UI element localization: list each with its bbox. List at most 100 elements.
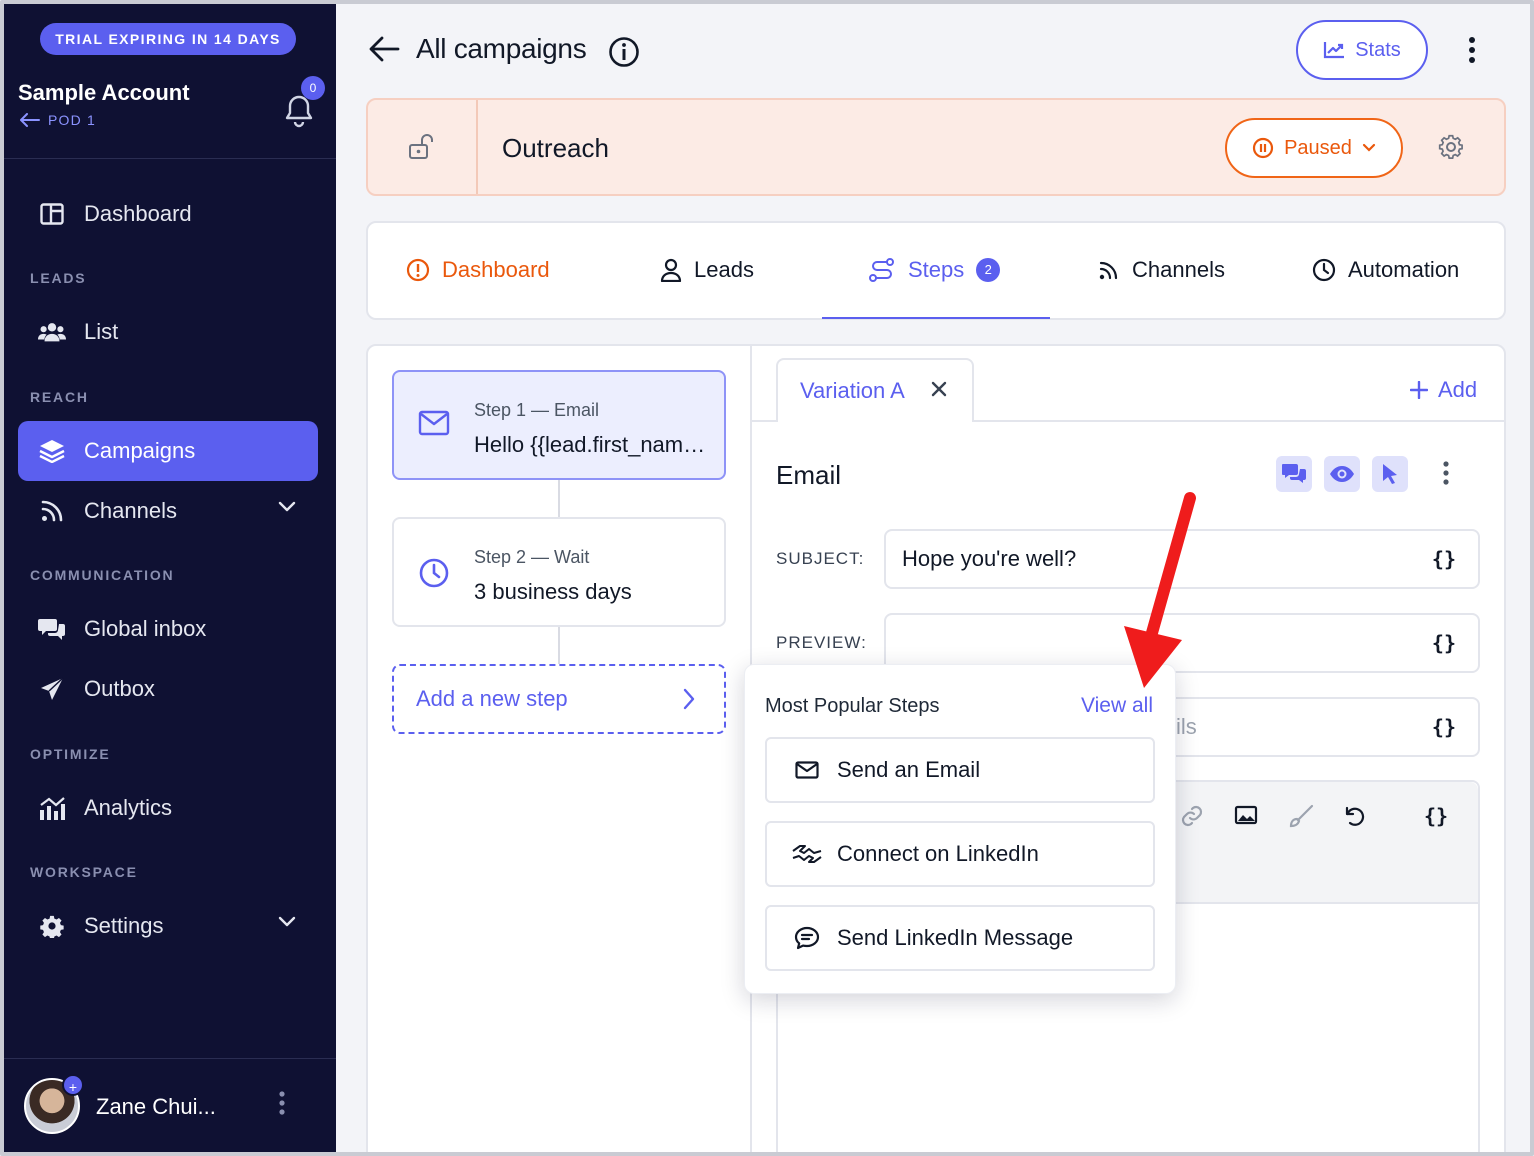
step-card-email[interactable]: Step 1 — Email Hello {{lead.first_name}} [392, 370, 726, 480]
sidebar: TRIAL EXPIRING IN 14 DAYS Sample Account… [4, 4, 336, 1152]
annotation-arrow-icon [1124, 492, 1196, 688]
tracking-button[interactable] [1372, 456, 1408, 492]
sidebar-item-outbox[interactable]: Outbox [18, 659, 318, 719]
trial-badge[interactable]: TRIAL EXPIRING IN 14 DAYS [40, 23, 296, 55]
sidebar-item-dashboard[interactable]: Dashboard [18, 184, 318, 244]
variation-tab-a[interactable]: Variation A [776, 358, 974, 422]
send-email-option[interactable]: Send an Email [765, 737, 1155, 803]
variables-button[interactable]: {} [1432, 615, 1456, 671]
sidebar-item-label: Analytics [84, 795, 173, 820]
chevron-down-icon [278, 916, 296, 927]
add-variation-button[interactable]: Add [1410, 377, 1477, 403]
tab-label: Channels [1132, 257, 1225, 282]
info-button[interactable] [608, 36, 640, 73]
sidebar-item-label: Campaigns [84, 438, 196, 463]
gear-icon [1438, 134, 1463, 159]
tab-steps[interactable]: Steps 2 [868, 257, 1001, 283]
add-variation-label: Add [1438, 377, 1478, 402]
tab-channels[interactable]: Channels [1098, 257, 1225, 283]
account-name[interactable]: Sample Account [18, 80, 190, 106]
step-connector [558, 480, 560, 517]
nav-section-communication: COMMUNICATION [30, 567, 175, 583]
user-menu-button[interactable] [276, 1090, 288, 1121]
layers-icon [38, 437, 66, 465]
campaign-bar: Outreach Paused [366, 98, 1506, 196]
add-step-label: Add a new step [416, 686, 568, 711]
chart-line-icon [1324, 42, 1345, 59]
tab-label: Dashboard [442, 257, 550, 282]
popover-title: Most Popular Steps [765, 695, 940, 717]
comments-button[interactable] [1276, 456, 1312, 492]
status-label: Paused [1284, 136, 1352, 159]
more-vertical-icon [1443, 461, 1449, 485]
tab-label: Automation [1348, 257, 1460, 282]
subject-label: SUBJECT: [776, 549, 865, 568]
chevron-down-icon [1362, 143, 1376, 152]
variables-button[interactable]: {} [1432, 531, 1456, 587]
option-label: Send an Email [837, 757, 981, 782]
sidebar-item-global-inbox[interactable]: Global inbox [18, 599, 318, 659]
undo-icon[interactable] [1342, 804, 1366, 828]
envelope-icon [789, 755, 825, 785]
image-icon[interactable] [1234, 804, 1258, 826]
sidebar-item-label: Channels [84, 498, 177, 523]
stats-button[interactable]: Stats [1296, 20, 1428, 80]
add-account-button[interactable]: + [62, 1074, 84, 1096]
brush-icon[interactable] [1288, 804, 1314, 828]
user-icon [660, 258, 682, 282]
sidebar-divider [4, 158, 336, 159]
variables-button[interactable]: {} [1424, 804, 1448, 828]
connect-linkedin-option[interactable]: Connect on LinkedIn [765, 821, 1155, 887]
tab-automation[interactable]: Automation [1312, 257, 1459, 283]
back-button[interactable] [368, 34, 400, 69]
tab-leads[interactable]: Leads [660, 257, 754, 283]
nav-section-leads: LEADS [30, 270, 87, 286]
step-label: Step 2 — Wait [474, 547, 590, 567]
status-dropdown[interactable]: Paused [1225, 118, 1403, 178]
lock-toggle[interactable] [368, 100, 478, 194]
more-options-button[interactable] [1466, 36, 1478, 69]
more-vertical-icon [279, 1091, 285, 1115]
info-icon [609, 37, 639, 67]
users-icon [38, 318, 66, 346]
pod-link[interactable]: POD 1 [20, 112, 96, 128]
step-card-wait[interactable]: Step 2 — Wait 3 business days [392, 517, 726, 627]
sidebar-item-channels[interactable]: Channels [18, 481, 318, 541]
sidebar-item-list[interactable]: List [18, 302, 318, 362]
clock-icon [419, 558, 449, 588]
sidebar-divider [4, 1058, 336, 1059]
sidebar-item-label: Outbox [84, 676, 155, 701]
tab-dashboard[interactable]: Dashboard [406, 257, 550, 283]
more-vertical-icon [1469, 37, 1475, 63]
steps-route-icon [869, 258, 894, 282]
sidebar-item-label: Settings [84, 913, 164, 938]
message-icon [789, 923, 825, 953]
field-placeholder: ils [1176, 714, 1197, 739]
close-icon[interactable] [930, 380, 948, 398]
campaign-name[interactable]: Outreach [502, 133, 609, 164]
preview-button[interactable] [1324, 456, 1360, 492]
chat-icon [1282, 464, 1306, 483]
pod-label: POD 1 [48, 112, 97, 128]
analytics-icon [38, 794, 66, 822]
envelope-icon [418, 410, 450, 436]
add-step-button[interactable]: Add a new step [392, 664, 726, 734]
eye-icon [1330, 466, 1354, 482]
link-icon[interactable] [1180, 804, 1204, 828]
view-all-link[interactable]: View all [1081, 694, 1153, 718]
campaign-settings-button[interactable] [1438, 134, 1464, 165]
user-name[interactable]: Zane Chui... [96, 1094, 216, 1120]
sidebar-item-settings[interactable]: Settings [18, 896, 318, 956]
email-more-button[interactable] [1440, 460, 1452, 491]
sidebar-item-campaigns[interactable]: Campaigns [18, 421, 318, 481]
pause-circle-icon [1252, 137, 1274, 159]
variation-tab-gap [778, 419, 972, 423]
variables-button[interactable]: {} [1432, 699, 1456, 755]
sidebar-item-analytics[interactable]: Analytics [18, 778, 318, 838]
arrow-left-icon [369, 36, 400, 62]
chevron-right-icon [683, 688, 695, 710]
send-linkedin-message-option[interactable]: Send LinkedIn Message [765, 905, 1155, 971]
rss-icon [1099, 261, 1118, 280]
step-connector [558, 627, 560, 664]
clock-icon [1312, 258, 1336, 282]
